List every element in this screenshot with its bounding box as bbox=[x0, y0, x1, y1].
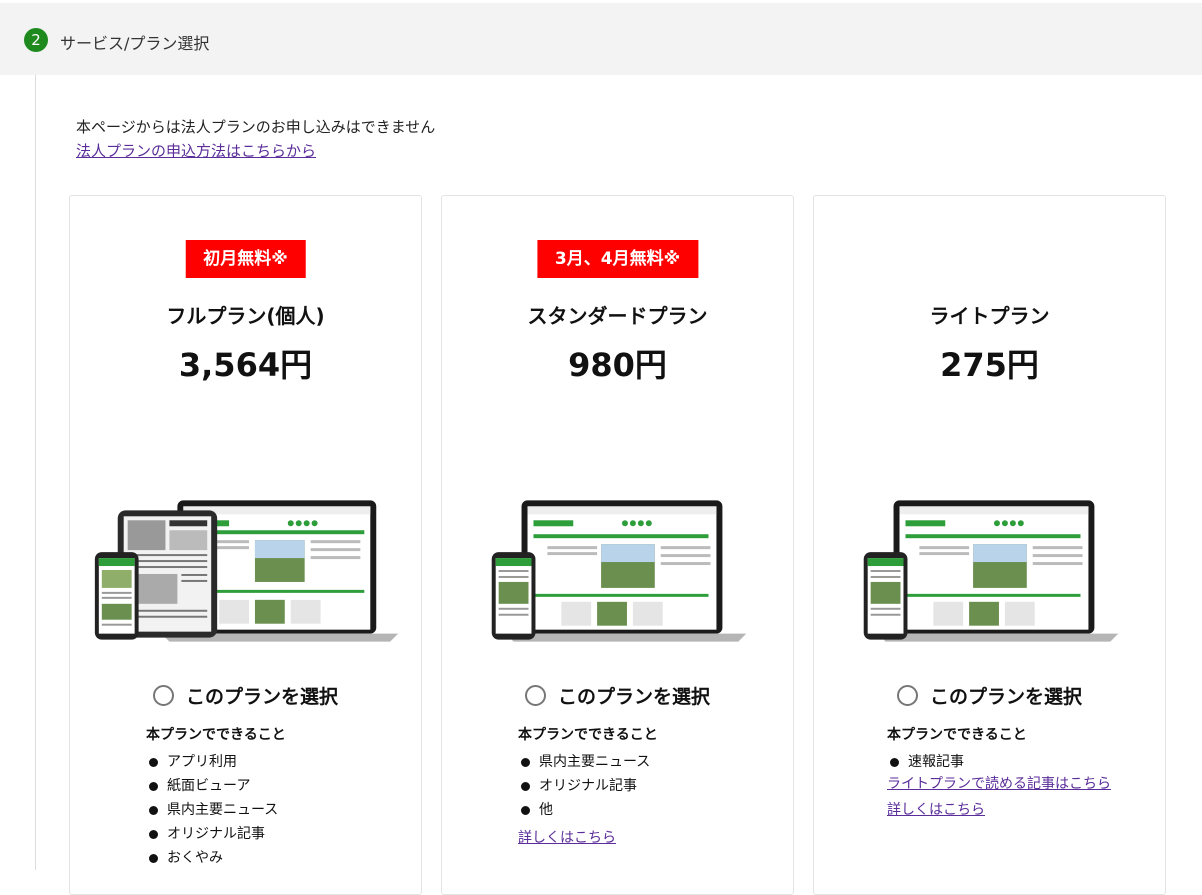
corporate-plan-notice: 本ページからは法人プランのお申し込みはできません bbox=[76, 118, 436, 136]
feature-text: オリジナル記事 bbox=[167, 826, 265, 842]
detail-link[interactable]: 詳しくはこちら bbox=[887, 800, 1149, 820]
step-connector-line bbox=[35, 75, 36, 870]
plan-radio[interactable] bbox=[152, 685, 174, 706]
plan-card-standard: 3月、4月無料※ スタンダードプラン 980円 このプランを選択 本プランででき… bbox=[441, 195, 794, 895]
bullet-icon bbox=[149, 829, 158, 839]
select-plan-option[interactable]: このプランを選択 bbox=[814, 682, 1165, 709]
plan-price: 275円 bbox=[940, 346, 1039, 384]
devices-illustration bbox=[94, 500, 399, 642]
plan-badge: 初月無料※ bbox=[185, 240, 306, 278]
select-plan-option[interactable]: このプランを選択 bbox=[442, 682, 793, 709]
step-header: 2 サービス/プラン選択 bbox=[0, 3, 1202, 75]
plan-radio[interactable] bbox=[896, 685, 918, 706]
feature-item: 紙面ビューア bbox=[146, 774, 405, 798]
plan-features: 本プランでできること 速報記事 ライトプランで読める記事はこちら 詳しくはこちら bbox=[887, 724, 1149, 820]
plan-card-full: 初月無料※ フルプラン(個人) 3,564円 このプランを選択 本プランでできる… bbox=[69, 195, 422, 895]
bullet-icon bbox=[149, 757, 158, 767]
feature-item: オリジナル記事 bbox=[146, 822, 405, 846]
plan-card-light: ライトプラン 275円 このプランを選択 本プランでできること 速報記事 ライト… bbox=[813, 195, 1166, 895]
corporate-plan-link[interactable]: 法人プランの申込方法はこちらから bbox=[76, 140, 316, 161]
plan-price: 3,564円 bbox=[178, 346, 313, 384]
select-plan-label: このプランを選択 bbox=[185, 686, 338, 708]
feature-text: 速報記事 bbox=[908, 754, 964, 770]
bullet-icon bbox=[149, 853, 158, 863]
plan-name: スタンダードプラン bbox=[527, 304, 708, 328]
bullet-icon bbox=[149, 805, 158, 815]
plan-name: ライトプラン bbox=[929, 304, 1050, 328]
feature-text: おくやみ bbox=[167, 850, 223, 866]
plan-radio[interactable] bbox=[524, 685, 546, 706]
feature-text: 紙面ビューア bbox=[167, 778, 251, 794]
plan-name: フルプラン(個人) bbox=[166, 304, 325, 328]
select-plan-label: このプランを選択 bbox=[929, 686, 1082, 708]
bullet-icon bbox=[890, 757, 899, 767]
devices-illustration bbox=[863, 500, 1119, 642]
detail-link[interactable]: 詳しくはこちら bbox=[518, 828, 777, 848]
devices-illustration bbox=[491, 500, 747, 642]
feature-item: 県内主要ニュース bbox=[518, 750, 777, 774]
step-number-badge: 2 bbox=[24, 28, 48, 52]
feature-text: 県内主要ニュース bbox=[167, 802, 279, 818]
feature-item: 速報記事 bbox=[887, 750, 1149, 774]
feature-item: アプリ利用 bbox=[146, 750, 405, 774]
features-title: 本プランでできること bbox=[887, 727, 1027, 743]
plan-features: 本プランでできること 県内主要ニュース オリジナル記事 他 詳しくはこちら bbox=[518, 724, 777, 848]
step-title: サービス/プラン選択 bbox=[60, 34, 210, 53]
feature-item: オリジナル記事 bbox=[518, 774, 777, 798]
plan-badge: 3月、4月無料※ bbox=[536, 240, 699, 278]
light-plan-articles-link[interactable]: ライトプランで読める記事はこちら bbox=[887, 774, 1149, 794]
feature-text: アプリ利用 bbox=[167, 754, 237, 770]
feature-item: おくやみ bbox=[146, 846, 405, 870]
feature-text: 他 bbox=[539, 802, 553, 818]
bullet-icon bbox=[521, 805, 530, 815]
features-title: 本プランでできること bbox=[146, 727, 286, 743]
plan-price: 980円 bbox=[568, 346, 667, 384]
select-plan-option[interactable]: このプランを選択 bbox=[70, 682, 421, 709]
feature-item: 他 bbox=[518, 798, 777, 822]
bullet-icon bbox=[521, 781, 530, 791]
select-plan-label: このプランを選択 bbox=[557, 686, 710, 708]
feature-text: 県内主要ニュース bbox=[539, 754, 651, 770]
feature-text: オリジナル記事 bbox=[539, 778, 637, 794]
bullet-icon bbox=[521, 757, 530, 767]
bullet-icon bbox=[149, 781, 158, 791]
feature-item: 県内主要ニュース bbox=[146, 798, 405, 822]
features-title: 本プランでできること bbox=[518, 727, 658, 743]
plan-features: 本プランでできること アプリ利用 紙面ビューア 県内主要ニュース オリジナル記事… bbox=[146, 724, 405, 870]
